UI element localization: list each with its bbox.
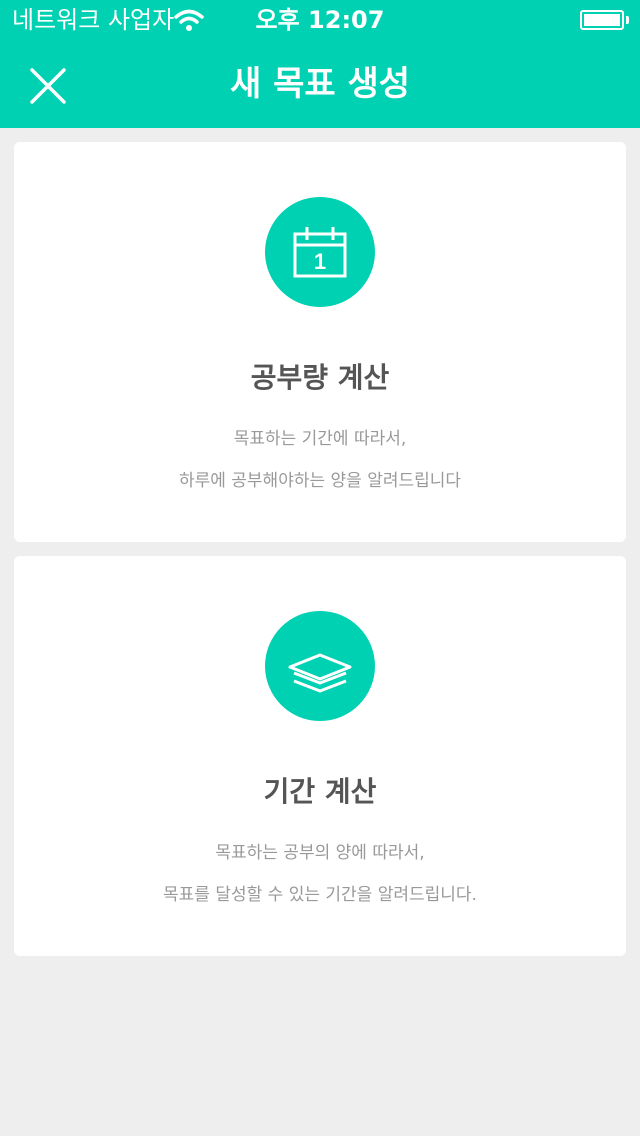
period-option-card[interactable]: 기간 계산 목표하는 공부의 양에 따라서, 목표를 달성할 수 있는 기간을 …: [14, 556, 626, 956]
layers-icon: [288, 653, 352, 693]
layers-icon-badge: [265, 611, 375, 721]
option-title: 기간 계산: [263, 775, 377, 808]
battery-icon: [580, 10, 624, 30]
battery-tip: [626, 16, 629, 24]
calendar-icon: 1: [293, 227, 347, 278]
nav-bar: 새 목표 생성: [0, 40, 640, 128]
status-time: 오후 12:07: [255, 6, 385, 34]
study-amount-option-card[interactable]: 1 공부량 계산 목표하는 기간에 따라서, 하루에 공부해야하는 양을 알려드…: [14, 142, 626, 542]
status-bar: 네트워크 사업자 오후 12:07: [0, 0, 640, 40]
option-description-line1: 목표하는 공부의 양에 따라서,: [215, 843, 425, 863]
option-description-line1: 목표하는 기간에 따라서,: [233, 429, 407, 449]
option-description-line2: 목표를 달성할 수 있는 기간을 알려드립니다.: [163, 885, 477, 905]
option-description-line2: 하루에 공부해야하는 양을 알려드립니다: [178, 471, 462, 491]
page-title: 새 목표 생성: [229, 64, 411, 104]
option-title: 공부량 계산: [250, 361, 390, 394]
calendar-icon-badge: 1: [265, 197, 375, 307]
calendar-day-number: 1: [314, 249, 326, 274]
